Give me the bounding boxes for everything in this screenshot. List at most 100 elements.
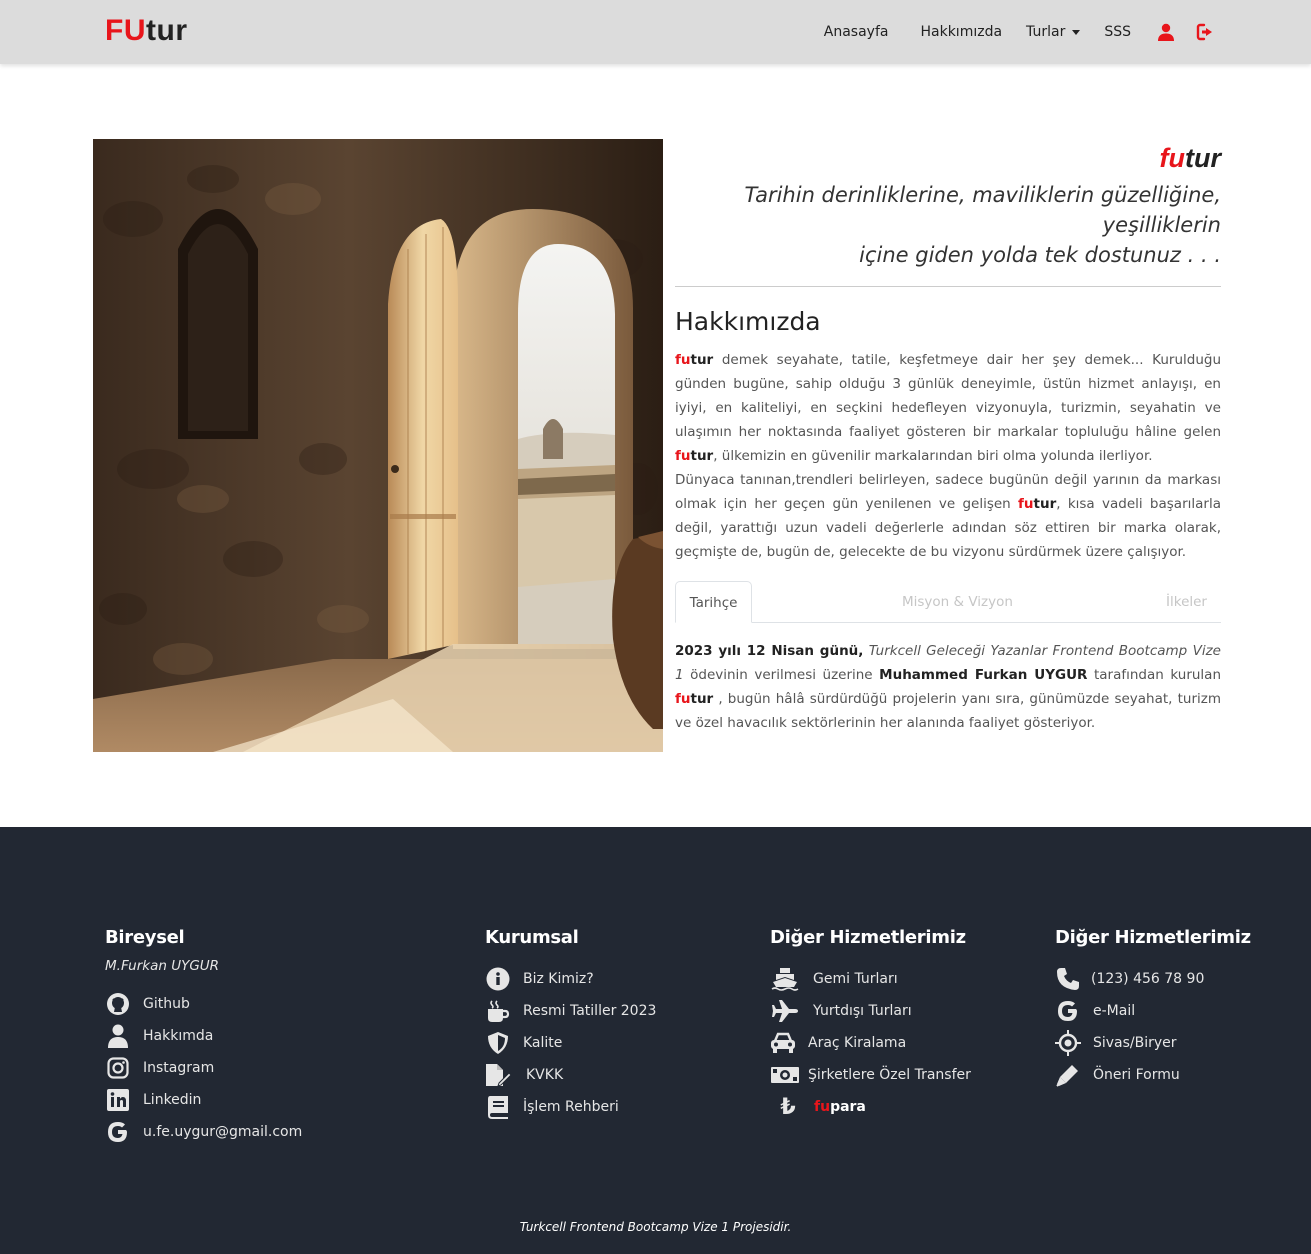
- footer-link-arac-kiralama[interactable]: Araç Kiralama: [770, 1027, 971, 1059]
- about-tabs: Tarihçe Misyon & Vizyon İlkeler: [675, 581, 1221, 623]
- fupara-para: para: [830, 1099, 866, 1115]
- brand-fu-inline: fu: [675, 691, 691, 707]
- history-text-a: ödevinin verilmesi üzerine: [683, 667, 880, 683]
- car-icon: [770, 1031, 796, 1055]
- brand-fu-inline: fu: [1018, 496, 1034, 512]
- location-crosshair-icon: [1055, 1030, 1081, 1056]
- footer-heading: Diğer Hizmetlerimiz: [1055, 927, 1251, 948]
- tagline-line-1: Tarihin derinliklerine, maviliklerin güz…: [744, 183, 1221, 237]
- footer-link-phone[interactable]: (123) 456 78 90: [1055, 963, 1251, 995]
- footer-heading: Bireysel: [105, 927, 185, 948]
- footer-link-gemi-turlari[interactable]: Gemi Turları: [770, 963, 971, 995]
- nav-link-anasayfa[interactable]: Anasayfa: [824, 24, 889, 40]
- footer-heading: Kurumsal: [485, 927, 579, 948]
- footer-col-kurumsal: Kurumsal Biz Kimiz? Resmi Tatiller 2023 …: [485, 927, 656, 1123]
- logo-fu: fu: [1159, 143, 1185, 173]
- footer-link-label: Biz Kimiz?: [523, 971, 594, 987]
- nav-link-turlar-label: Turlar: [1026, 24, 1066, 40]
- tab-tarihce[interactable]: Tarihçe: [675, 581, 752, 623]
- footer-link-label: Sivas/Biryer: [1093, 1035, 1177, 1051]
- section-title-hakkimizda: Hakkımızda: [675, 307, 821, 336]
- footer-link-resmi-tatiller[interactable]: Resmi Tatiller 2023: [485, 995, 656, 1027]
- history-text-c: , bugün hâlâ sürdürdüğü projelerin yanı …: [675, 691, 1221, 731]
- footer-link-label: Kalite: [523, 1035, 563, 1051]
- fupara-fu: fu: [814, 1099, 831, 1115]
- footer-link-linkedin[interactable]: Linkedin: [105, 1084, 302, 1116]
- footer-link-islem-rehberi[interactable]: İşlem Rehberi: [485, 1091, 656, 1123]
- footer-list: (123) 456 78 90 e-Mail Sivas/Biryer Öner…: [1055, 963, 1251, 1091]
- footer-link-instagram[interactable]: Instagram: [105, 1052, 302, 1084]
- brand-fu: FU: [105, 14, 146, 47]
- hero-image: [93, 139, 663, 752]
- footer: Bireysel M.Furkan UYGUR Github Hakkımda …: [0, 827, 1311, 1254]
- tab-ilkeler[interactable]: İlkeler: [1166, 581, 1207, 623]
- footer-link-biz-kimiz[interactable]: Biz Kimiz?: [485, 963, 656, 995]
- footer-link-location[interactable]: Sivas/Biryer: [1055, 1027, 1251, 1059]
- nav-link-hakkimizda[interactable]: Hakkımızda: [920, 24, 1002, 40]
- ship-icon: [770, 967, 800, 991]
- footer-link-label: Yurtdışı Turları: [813, 1003, 912, 1019]
- nav-link-sss[interactable]: SSS: [1104, 24, 1131, 40]
- brand-logo[interactable]: FUtur: [105, 14, 188, 48]
- nav-links: Anasayfa Hakkımızda Turlar SSS: [798, 0, 1131, 64]
- open-door-illustration: [93, 139, 663, 752]
- turkish-lira-icon: ₺: [780, 1094, 796, 1120]
- about-paragraph-2: Dünyaca tanınan,trendleri belirleyen, sa…: [675, 468, 1221, 564]
- user-icon: [105, 1024, 131, 1048]
- info-icon: [485, 967, 511, 991]
- tab-misyon-vizyon[interactable]: Misyon & Vizyon: [902, 581, 1013, 623]
- footer-link-sirket-transfer[interactable]: Şirketlere Özel Transfer: [770, 1059, 971, 1091]
- footer-link-label: Öneri Formu: [1093, 1067, 1180, 1083]
- history-date: 2023 yılı 12 Nisan günü,: [675, 643, 864, 659]
- about-p1-text-b: , ülkemizin en güvenilir markalarından b…: [713, 448, 1153, 464]
- footer-subtitle: M.Furkan UYGUR: [105, 958, 220, 974]
- fupara-logo: fupara: [814, 1099, 866, 1115]
- footer-link-yurtdisi-turlari[interactable]: Yurtdışı Turları: [770, 995, 971, 1027]
- caret-down-icon: [1072, 29, 1081, 35]
- brand-tur-inline: tur: [1033, 496, 1057, 512]
- tagline: Tarihin derinliklerine, maviliklerin güz…: [675, 180, 1221, 287]
- about-content: futur Tarihin derinliklerine, mavilikler…: [675, 139, 1221, 735]
- footer-link-label: Araç Kiralama: [808, 1035, 907, 1051]
- footer-link-label: u.fe.uygur@gmail.com: [143, 1124, 303, 1140]
- footer-col-iletisim: Diğer Hizmetlerimiz (123) 456 78 90 e-Ma…: [1055, 927, 1251, 1091]
- nav-dropdown-turlar[interactable]: Turlar: [1026, 24, 1081, 40]
- file-signature-icon: [485, 1063, 511, 1087]
- footer-link-label: (123) 456 78 90: [1091, 971, 1205, 987]
- footer-link-kalite[interactable]: Kalite: [485, 1027, 656, 1059]
- footer-link-kvkk[interactable]: KVKK: [485, 1059, 656, 1091]
- footer-link-github[interactable]: Github: [105, 988, 302, 1020]
- instagram-icon: [105, 1056, 131, 1080]
- footer-link-label: Gemi Turları: [813, 971, 898, 987]
- footer-list: Biz Kimiz? Resmi Tatiller 2023 Kalite KV…: [485, 963, 656, 1123]
- logo-tur: tur: [1185, 143, 1221, 173]
- brand-tur-inline: tur: [690, 448, 714, 464]
- footer-link-oneri-formu[interactable]: Öneri Formu: [1055, 1059, 1251, 1091]
- navbar: FUtur Anasayfa Hakkımızda Turlar SSS: [0, 0, 1311, 64]
- footer-heading: Diğer Hizmetlerimiz: [770, 927, 966, 948]
- footer-link-label: İşlem Rehberi: [523, 1099, 619, 1115]
- brand-tur-inline: tur: [690, 352, 714, 368]
- sign-out-icon[interactable]: [1196, 22, 1216, 42]
- footer-link-label: Instagram: [143, 1060, 215, 1076]
- google-icon: [1055, 999, 1081, 1023]
- book-icon: [485, 1095, 511, 1119]
- futur-logo-small: futur: [675, 143, 1221, 174]
- shield-icon: [485, 1031, 511, 1055]
- user-icon[interactable]: [1156, 22, 1176, 42]
- footer-link-label: Hakkımda: [143, 1028, 214, 1044]
- phone-icon: [1055, 967, 1081, 991]
- brand-fu-inline: fu: [675, 352, 691, 368]
- footer-link-label: KVKK: [526, 1067, 564, 1083]
- footer-copyright: Turkcell Frontend Bootcamp Vize 1 Projes…: [519, 1220, 792, 1234]
- footer-link-label: Şirketlere Özel Transfer: [808, 1067, 971, 1083]
- brand-tur: tur: [146, 14, 188, 47]
- footer-link-email[interactable]: e-Mail: [1055, 995, 1251, 1027]
- about-paragraph-1: futur demek seyahate, tatile, keşfetmeye…: [675, 348, 1221, 468]
- about-p1-text-a: demek seyahate, tatile, keşfetmeye dair …: [675, 352, 1221, 440]
- footer-link-fupara[interactable]: ₺ fupara: [770, 1091, 971, 1123]
- footer-link-hakkimda[interactable]: Hakkımda: [105, 1020, 302, 1052]
- footer-link-email[interactable]: u.fe.uygur@gmail.com: [105, 1116, 302, 1148]
- footer-list: Github Hakkımda Instagram Linkedin u.fe.…: [105, 988, 302, 1148]
- footer-col-bireysel: Bireysel M.Furkan UYGUR Github Hakkımda …: [105, 927, 302, 1148]
